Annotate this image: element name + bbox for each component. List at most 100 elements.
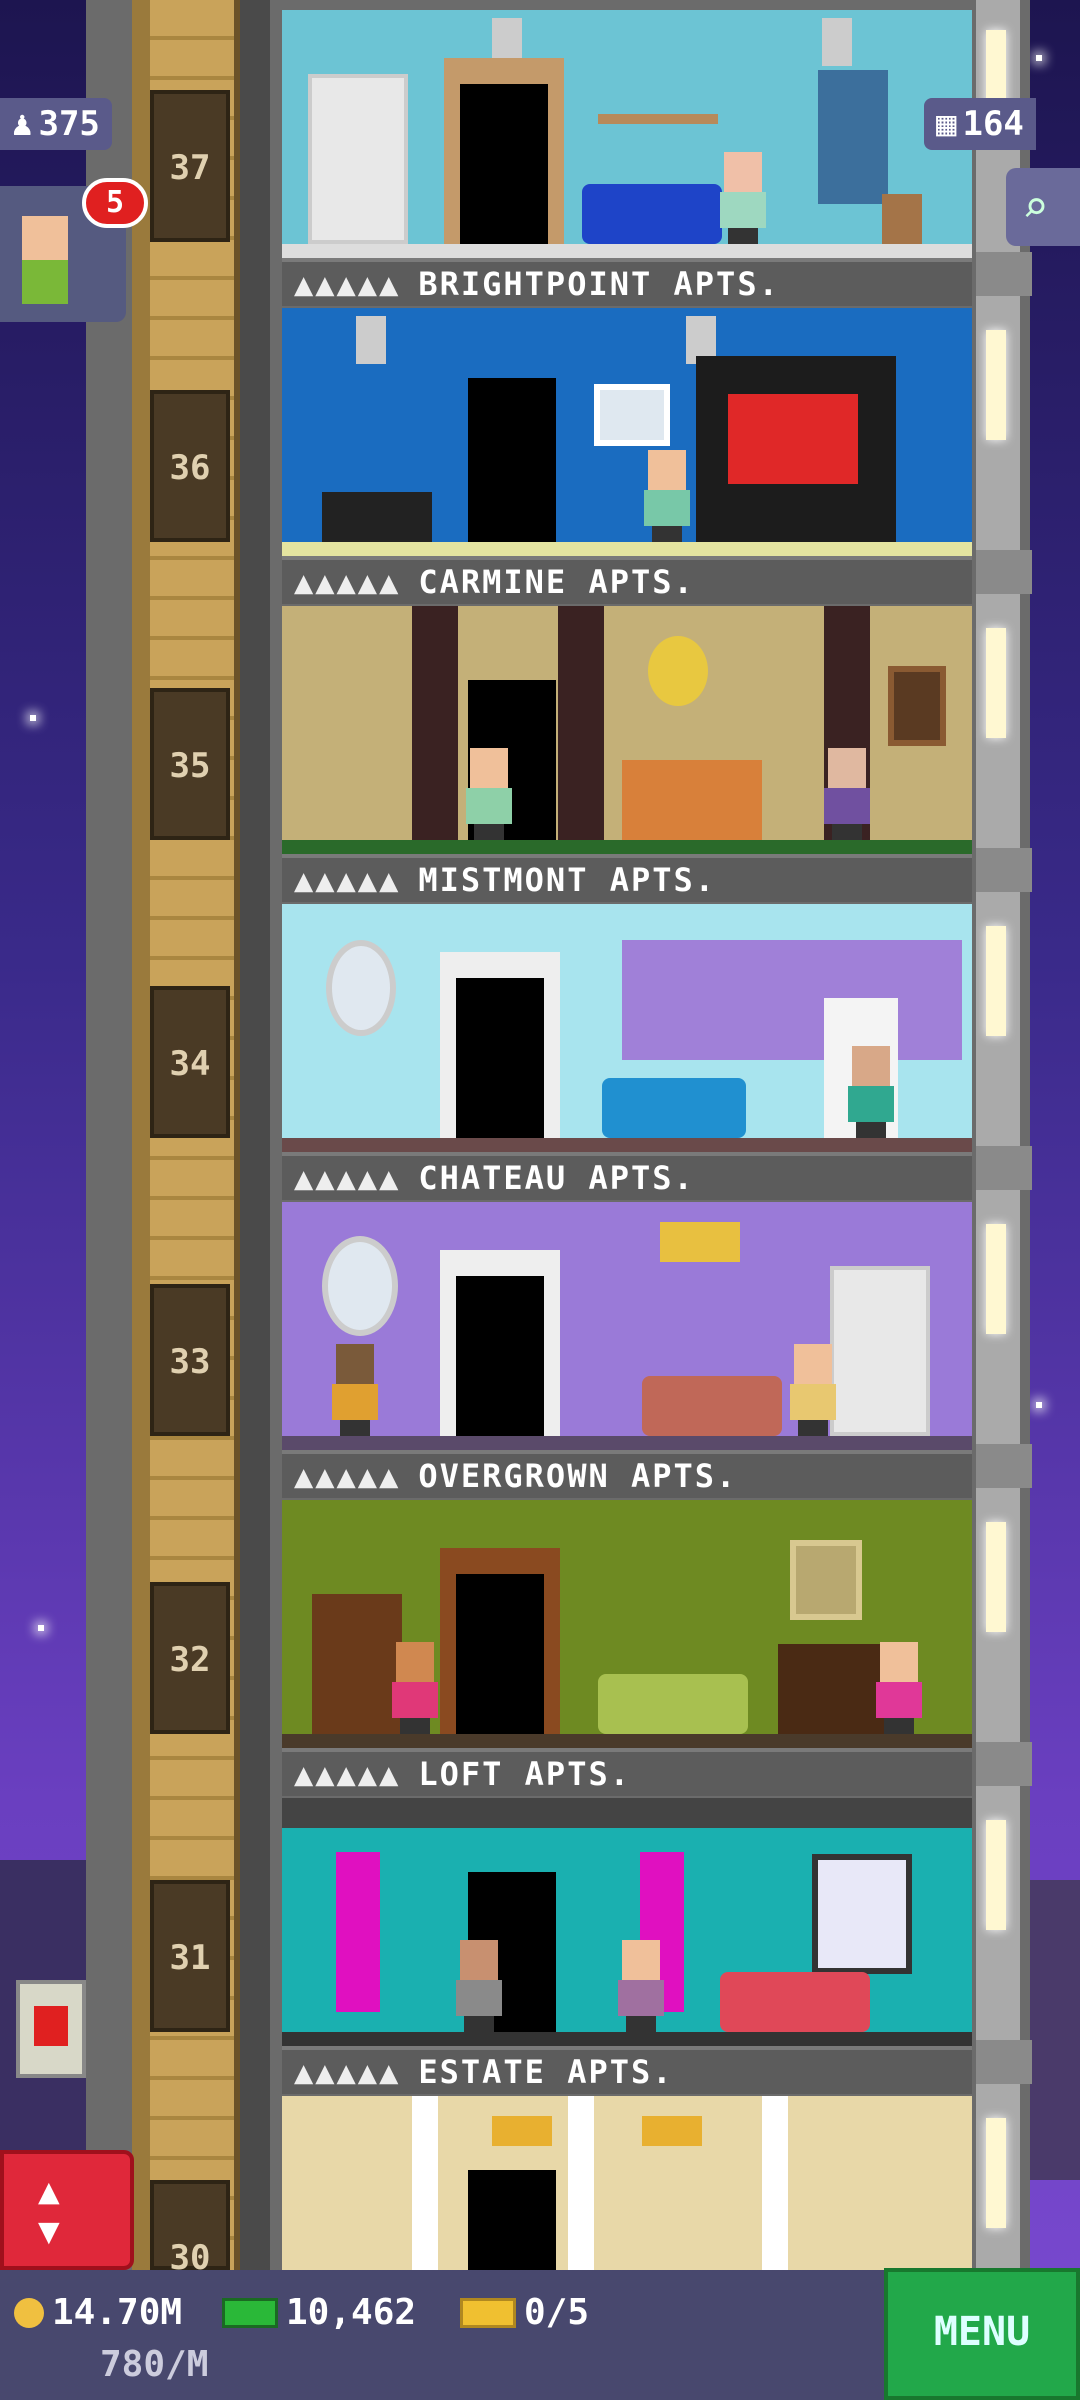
room-door: [468, 378, 556, 542]
floor-33-room[interactable]: [282, 1202, 972, 1450]
bookshelf: [308, 74, 408, 244]
floor-37-room[interactable]: [282, 10, 972, 258]
resident-person[interactable]: [466, 748, 512, 840]
resident-person[interactable]: [644, 450, 690, 542]
pillar: [412, 2096, 438, 2270]
star-decoration: [30, 715, 36, 721]
avatar-body: [22, 260, 68, 304]
window-light: [986, 1820, 1006, 1930]
wall-painting: [888, 666, 946, 746]
pillar: [558, 606, 604, 854]
resident-person[interactable]: [392, 1642, 438, 1734]
green-sofa: [598, 1674, 748, 1734]
coin-icon: [14, 2297, 44, 2328]
star-rating: ▲▲▲▲▲: [294, 861, 401, 899]
window-light: [986, 1224, 1006, 1334]
floor-name: CARMINE APTS.: [418, 563, 695, 601]
star-decoration: [38, 1625, 44, 1631]
plant-pot: [882, 194, 922, 244]
chandelier: [642, 2116, 702, 2146]
blue-sofa: [602, 1078, 746, 1138]
elevator-floor-36[interactable]: 36: [150, 390, 230, 542]
window-light: [986, 628, 1006, 738]
star-rating: ▲▲▲▲▲: [294, 1457, 401, 1495]
floor-30-room[interactable]: [282, 2096, 972, 2270]
cash-icon: [222, 2297, 278, 2328]
floor-34-label[interactable]: ▲▲▲▲▲ CHATEAU APTS.: [282, 1152, 972, 1200]
tower-ledge: [976, 2040, 1032, 2084]
population-value: 375: [38, 104, 100, 144]
wall-painting: [594, 384, 670, 446]
floor-number: 34: [169, 1044, 211, 1084]
resident-person[interactable]: [790, 1344, 836, 1436]
wall-mirror: [326, 940, 396, 1036]
bux-counter-value: 164: [962, 104, 1024, 144]
elevator-floor-30[interactable]: 30: [150, 2180, 230, 2278]
search-icon: ⌕: [1022, 182, 1049, 233]
floor-number: 36: [169, 448, 211, 488]
floor-number: 35: [169, 746, 211, 786]
wall-shelf: [598, 114, 718, 124]
pillar: [568, 2096, 594, 2270]
elevator-floor-31[interactable]: 31: [150, 1880, 230, 2032]
tickets-display: 0/5: [460, 2292, 589, 2333]
tower-ledge: [976, 252, 1032, 296]
floor-baseboard: [282, 1138, 972, 1152]
elevator-shaft-edge: [132, 0, 150, 2270]
avatar: [22, 216, 68, 260]
room-door: [468, 2170, 556, 2270]
bux-display: 10,462: [222, 2292, 416, 2333]
star-rating: ▲▲▲▲▲: [294, 265, 401, 303]
floor-33-label[interactable]: ▲▲▲▲▲ OVERGROWN APTS.: [282, 1450, 972, 1498]
resident-person[interactable]: [332, 1344, 378, 1436]
floor-name: BRIGHTPOINT APTS.: [418, 265, 780, 303]
floor-36-room[interactable]: [282, 308, 972, 556]
resident-person[interactable]: [824, 748, 870, 840]
population-counter[interactable]: ♟ 375: [0, 98, 112, 150]
floor-baseboard: [282, 2032, 972, 2046]
menu-button[interactable]: MENU: [884, 2268, 1080, 2400]
elevator-button[interactable]: ▲ ▼: [0, 2150, 134, 2270]
bookshelf: [312, 1594, 402, 1734]
wall-curtain: [336, 1852, 380, 2012]
floor-32-room[interactable]: [282, 1500, 972, 1748]
floor-name: OVERGROWN APTS.: [418, 1457, 738, 1495]
resident-person[interactable]: [848, 1046, 894, 1138]
search-button[interactable]: ⌕: [1006, 168, 1080, 246]
chandelier: [660, 1222, 740, 1262]
fries-icon: [34, 2006, 68, 2046]
floor-baseboard: [282, 244, 972, 258]
resident-person[interactable]: [876, 1642, 922, 1734]
person-icon: ♟: [12, 104, 33, 144]
floor-31-label[interactable]: ▲▲▲▲▲ ESTATE APTS.: [282, 2046, 972, 2094]
floor-37-label[interactable]: ▲▲▲▲▲ BRIGHTPOINT APTS.: [282, 258, 972, 306]
resident-person[interactable]: [720, 152, 766, 244]
floor-35-label[interactable]: ▲▲▲▲▲ MISTMONT APTS.: [282, 854, 972, 902]
tv-screen: [728, 394, 858, 484]
income-value: 780/M: [100, 2344, 209, 2385]
floor-baseboard: [282, 1734, 972, 1748]
floor-34-room[interactable]: [282, 904, 972, 1152]
room-door: [460, 84, 548, 244]
room-door: [456, 1276, 544, 1436]
floor-32-label[interactable]: ▲▲▲▲▲ LOFT APTS.: [282, 1748, 972, 1796]
window-light: [986, 1522, 1006, 1632]
floor-name: ESTATE APTS.: [418, 2053, 674, 2091]
bux-counter[interactable]: ▦ 164: [924, 98, 1036, 150]
tower-rail: [240, 0, 270, 2270]
bux-value: 10,462: [286, 2292, 417, 2333]
elevator-floor-35[interactable]: 35: [150, 688, 230, 840]
floor-36-label[interactable]: ▲▲▲▲▲ CARMINE APTS.: [282, 556, 972, 604]
floor-35-room[interactable]: [282, 606, 972, 854]
elevator-floor-32[interactable]: 32: [150, 1582, 230, 1734]
elevator-floor-34[interactable]: 34: [150, 986, 230, 1138]
window-light: [986, 2118, 1006, 2228]
pillar: [762, 2096, 788, 2270]
floor-31-room[interactable]: [282, 1798, 972, 2046]
elevator-floor-33[interactable]: 33: [150, 1284, 230, 1436]
resident-person[interactable]: [618, 1940, 664, 2032]
star-rating: ▲▲▲▲▲: [294, 1755, 401, 1793]
elevator-floor-37[interactable]: 37: [150, 90, 230, 242]
resident-person[interactable]: [456, 1940, 502, 2032]
fries-reward-icon[interactable]: [16, 1980, 86, 2078]
